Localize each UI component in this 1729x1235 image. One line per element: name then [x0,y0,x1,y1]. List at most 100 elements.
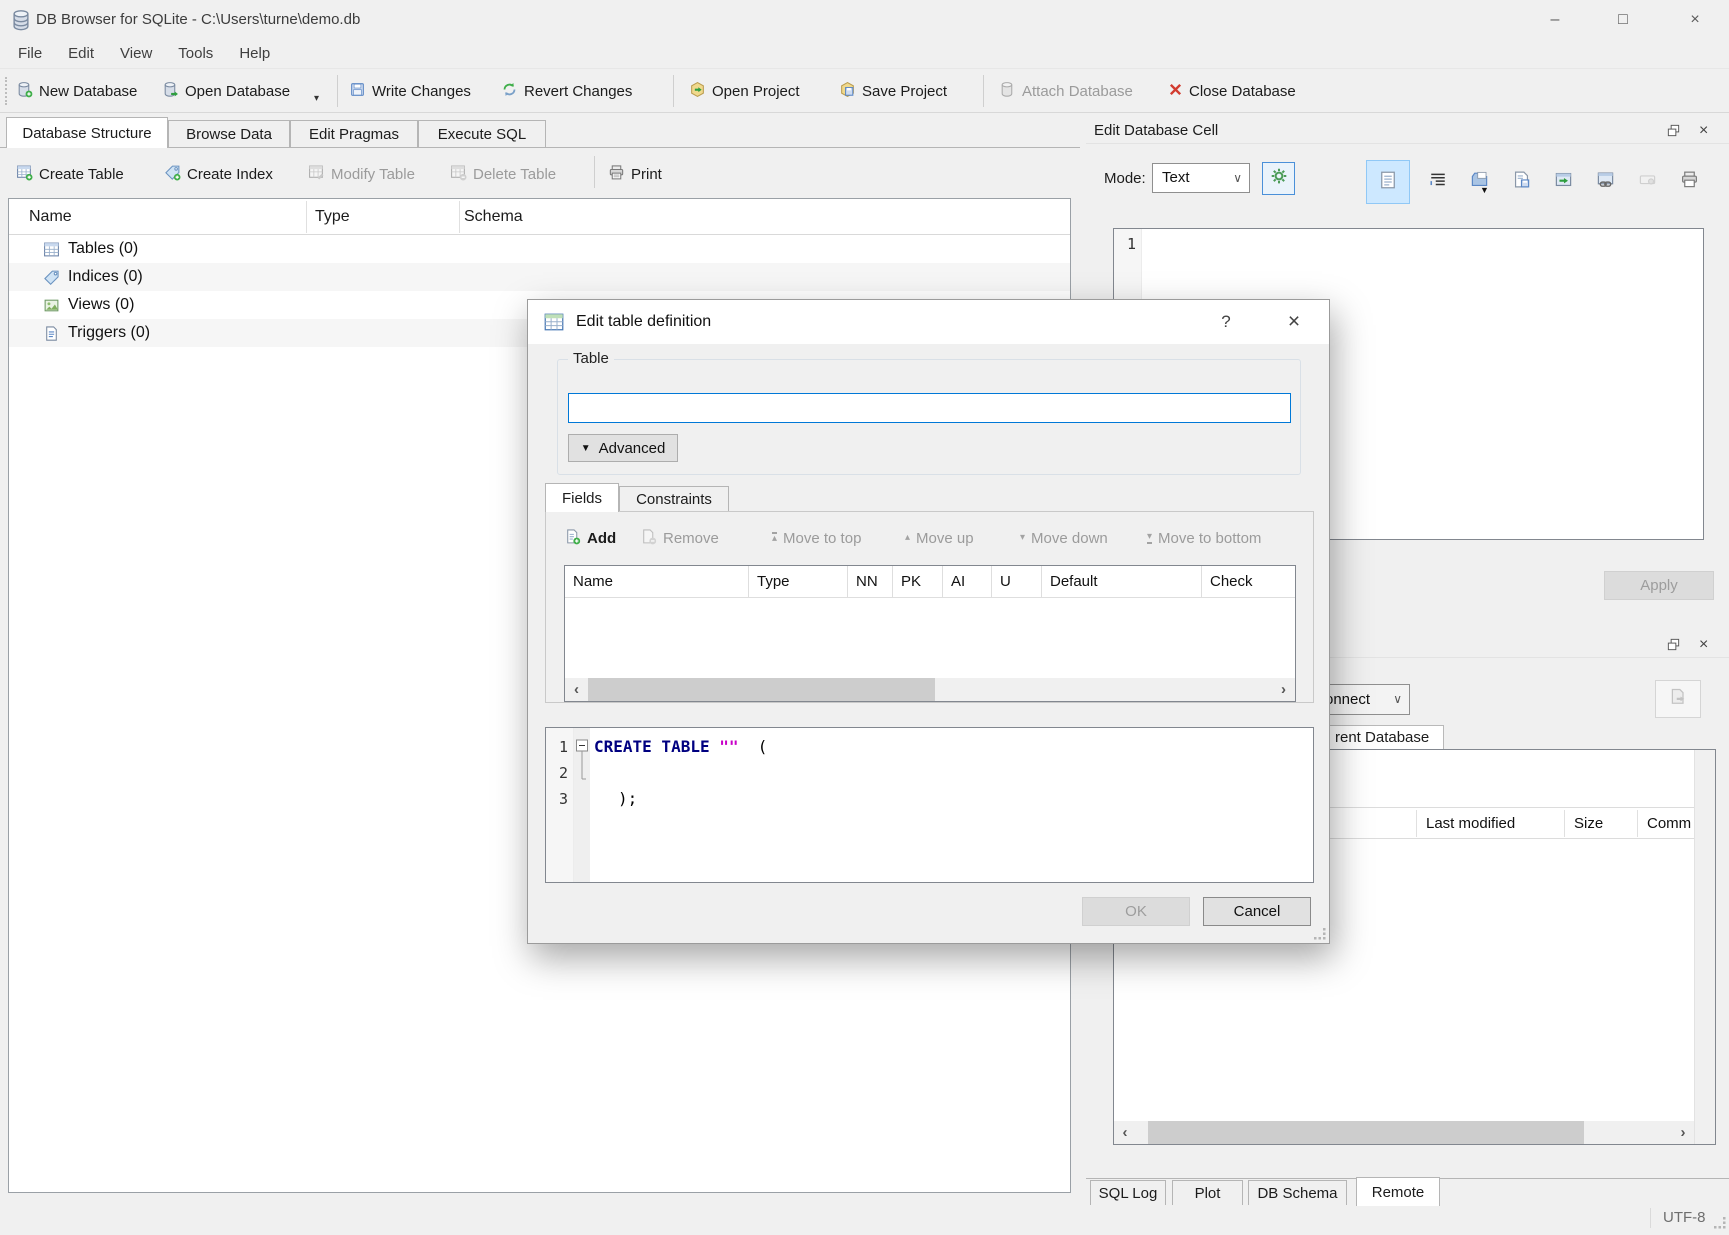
column-ai[interactable]: AI [943,566,992,598]
remote-list-hscrollbar[interactable]: ‹ › [1114,1121,1694,1144]
scroll-right-icon[interactable]: › [1272,678,1295,701]
open-database-button[interactable]: Open Database [162,75,290,107]
tree-column-schema[interactable]: Schema [464,199,523,235]
remove-field-button[interactable]: Remove [640,522,719,554]
menu-tools[interactable]: Tools [165,40,226,68]
tab-constraints[interactable]: Constraints [619,486,729,512]
edit-cell-title-bar: Edit Database Cell × [1086,118,1729,144]
encoding-indicator[interactable]: UTF-8 [1663,1205,1706,1231]
window-title: DB Browser for SQLite - C:\Users\turne\d… [36,0,360,40]
save-project-button[interactable]: Save Project [839,75,947,107]
column-name[interactable]: Name [565,566,749,598]
menu-file[interactable]: File [5,40,55,68]
move-to-top-button[interactable]: ▴ Move to top [772,522,861,554]
tree-column-name[interactable]: Name [29,199,72,235]
remote-push-button[interactable] [1655,680,1701,718]
sql-code[interactable]: CREATE TABLE "" ( ); [594,734,767,812]
menu-help[interactable]: Help [226,40,283,68]
tab-plot[interactable]: Plot [1172,1180,1243,1205]
scroll-left-icon[interactable]: ‹ [1114,1121,1136,1144]
menu-view[interactable]: View [107,40,165,68]
tab-sql-log[interactable]: SQL Log [1090,1180,1166,1205]
move-to-bottom-icon: ▾ [1147,532,1152,544]
tab-browse-data[interactable]: Browse Data [168,120,290,148]
tab-remote[interactable]: Remote [1356,1177,1440,1206]
float-panel-icon[interactable] [1666,637,1681,656]
set-null-button[interactable] [1636,171,1658,193]
scrollbar-thumb[interactable] [588,678,935,701]
ok-button[interactable]: OK [1082,897,1190,926]
minimize-button[interactable]: – [1531,0,1579,40]
menu-edit[interactable]: Edit [55,40,107,68]
tab-db-schema[interactable]: DB Schema [1248,1180,1347,1205]
remote-list-vscrollbar[interactable] [1694,750,1715,1144]
column-u[interactable]: U [992,566,1042,598]
column-nn[interactable]: NN [848,566,893,598]
tab-database-structure[interactable]: Database Structure [6,117,168,148]
indices-icon [43,269,60,286]
revert-changes-button[interactable]: Revert Changes [501,75,632,107]
attach-database-button[interactable]: Attach Database [999,75,1133,107]
dialog-resize-grip[interactable] [1314,928,1327,946]
create-table-button[interactable]: Create Table [16,158,124,190]
open-project-button[interactable]: Open Project [689,75,800,107]
open-in-app-button[interactable] [1552,171,1574,193]
column-check[interactable]: Check [1202,566,1295,598]
apply-button[interactable]: Apply [1604,571,1714,600]
print-button[interactable]: Print [608,158,662,190]
print-cell-button[interactable] [1678,171,1700,193]
copy-link-button[interactable] [1594,171,1616,193]
attach-database-icon [999,81,1016,102]
export-cell-button[interactable] [1510,171,1532,193]
maximize-button[interactable]: □ [1599,0,1647,40]
scroll-right-icon[interactable]: › [1672,1121,1694,1144]
write-changes-button[interactable]: Write Changes [349,75,471,107]
modify-table-button[interactable]: Modify Table [308,158,415,190]
window-resize-grip[interactable] [1714,1217,1727,1235]
close-panel-icon[interactable]: × [1699,632,1708,658]
tab-edit-pragmas[interactable]: Edit Pragmas [290,120,418,148]
tab-fields[interactable]: Fields [545,483,619,512]
scroll-left-icon[interactable]: ‹ [565,678,588,701]
move-up-button[interactable]: ▴ Move up [905,522,974,554]
delete-table-button[interactable]: Delete Table [450,158,556,190]
fold-margin[interactable] [574,728,590,882]
advanced-button[interactable]: ▼ Advanced [568,434,678,462]
dialog-close-button[interactable]: × [1272,300,1316,344]
column-pk[interactable]: PK [893,566,943,598]
column-commit[interactable]: Comm [1647,808,1691,839]
move-to-bottom-button[interactable]: ▾ Move to bottom [1147,522,1261,554]
table-name-input[interactable] [568,393,1291,423]
push-database-icon [1668,687,1688,712]
open-database-dropdown-arrow[interactable]: ▾ [314,93,319,104]
dialog-help-button[interactable]: ? [1204,300,1248,344]
tree-row-indices[interactable]: Indices (0) [9,263,1070,291]
close-database-button[interactable]: Close Database [1168,75,1296,107]
mode-select[interactable]: Text ∨ [1152,163,1250,193]
move-down-button[interactable]: ▾ Move down [1020,522,1108,554]
column-type[interactable]: Type [749,566,848,598]
new-database-button[interactable]: New Database [16,75,137,107]
table-group-label: Table [568,350,614,367]
cancel-button[interactable]: Cancel [1203,897,1311,926]
tree-column-type[interactable]: Type [315,199,350,235]
column-last-modified[interactable]: Last modified [1426,808,1515,839]
add-field-button[interactable]: Add [564,522,616,554]
tree-row-tables[interactable]: Tables (0) [9,235,1070,263]
text-mode-button[interactable] [1366,160,1410,204]
word-wrap-button[interactable] [1427,171,1449,193]
float-panel-icon[interactable] [1666,123,1681,142]
column-size[interactable]: Size [1574,808,1603,839]
dialog-title-bar[interactable]: Edit table definition ? × [528,300,1329,344]
link-icon [1596,170,1615,194]
tab-execute-sql[interactable]: Execute SQL [418,120,546,148]
status-bar: UTF-8 [0,1205,1729,1232]
column-default[interactable]: Default [1042,566,1202,598]
create-index-button[interactable]: Create Index [164,158,273,190]
close-panel-icon[interactable]: × [1699,118,1708,144]
fields-table-hscrollbar[interactable]: ‹ › [565,678,1295,701]
scrollbar-thumb[interactable] [1148,1121,1584,1144]
cell-settings-button[interactable] [1262,162,1295,195]
close-button[interactable]: × [1671,0,1719,40]
import-dropdown-arrow[interactable]: ▼ [1480,185,1489,195]
